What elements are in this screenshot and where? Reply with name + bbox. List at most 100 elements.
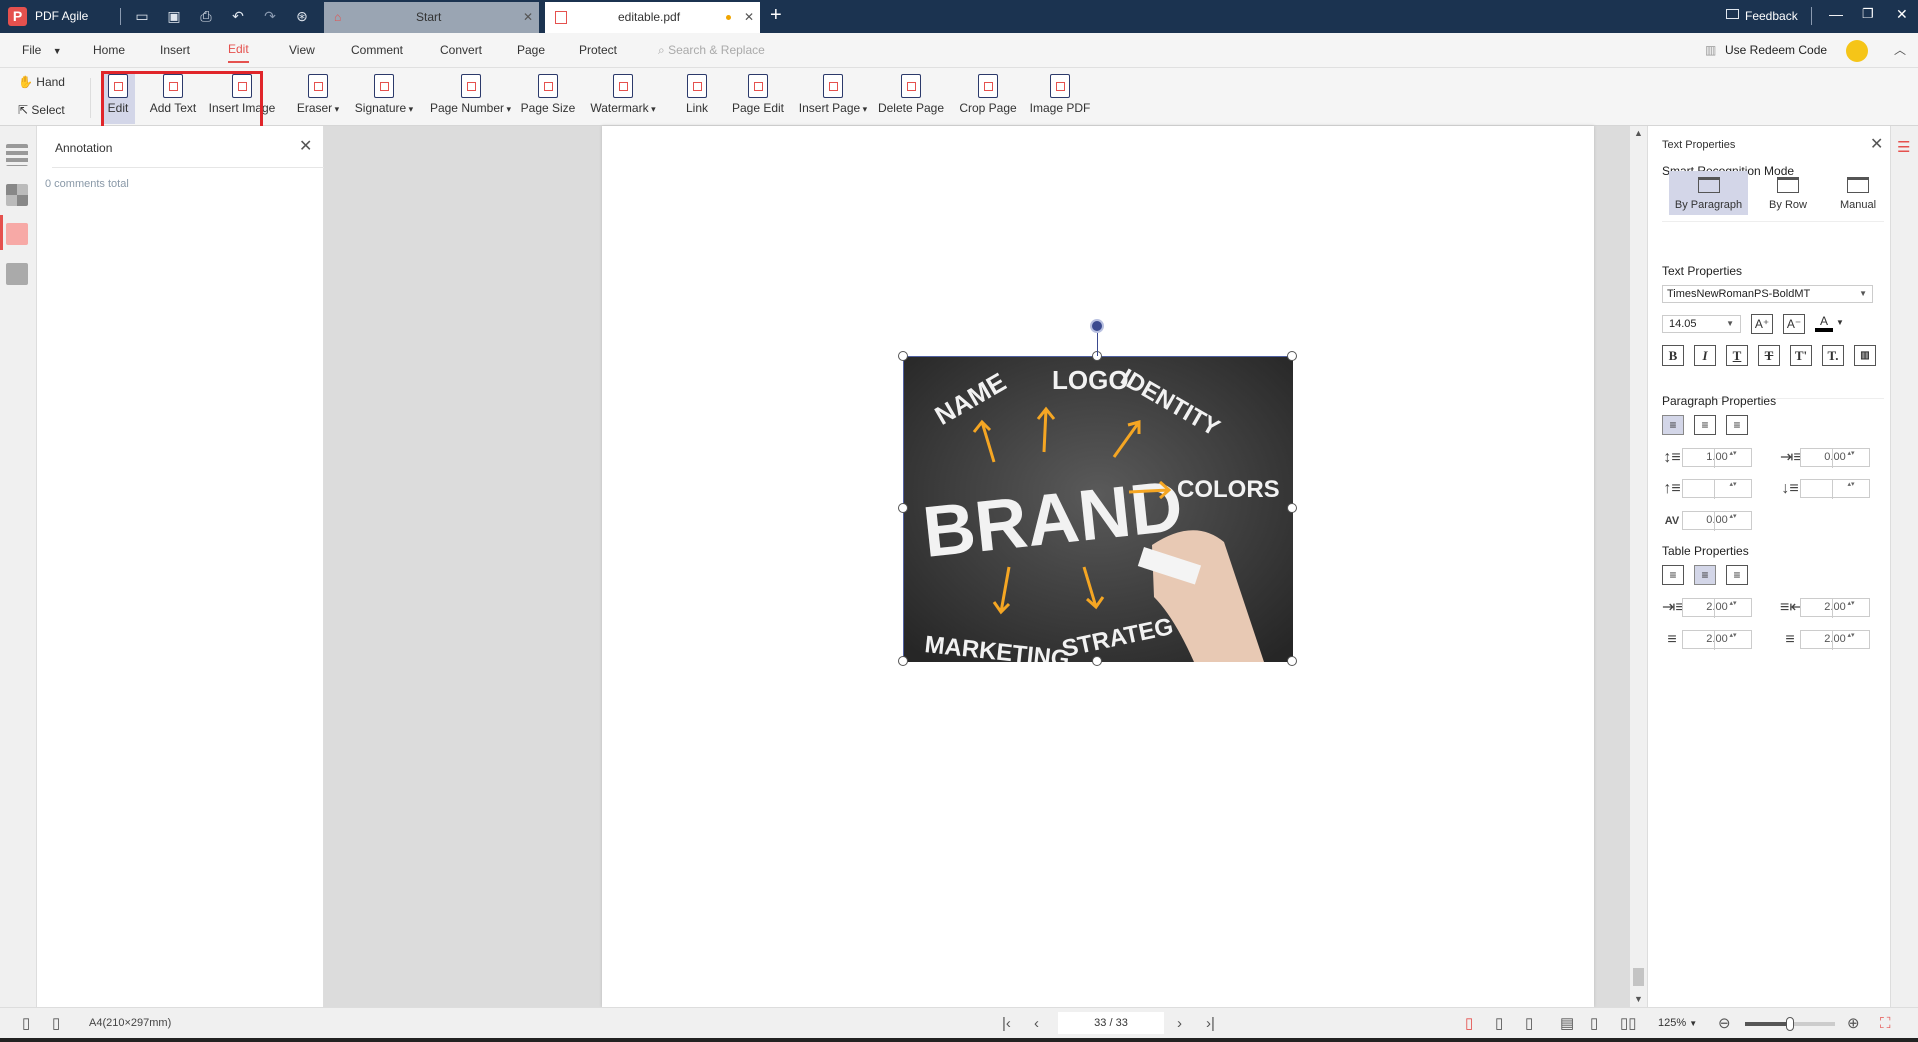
next-page-button[interactable]: › bbox=[1177, 1016, 1182, 1032]
zoom-in-button[interactable]: ⊕ bbox=[1847, 1016, 1860, 1032]
single-page-icon[interactable]: ▯ bbox=[1590, 1016, 1598, 1032]
close-tab-icon[interactable]: ✕ bbox=[744, 2, 754, 33]
close-icon[interactable]: ✕ bbox=[299, 136, 312, 156]
resize-handle[interactable] bbox=[1287, 503, 1297, 513]
font-select[interactable]: TimesNewRomanPS-BoldMT ▼ bbox=[1662, 285, 1873, 303]
tool-watermark[interactable]: Watermark ▾ bbox=[586, 72, 660, 124]
tool-page-number[interactable]: Page Number ▾ bbox=[427, 72, 514, 124]
open-folder-icon[interactable]: ▭ bbox=[134, 8, 150, 24]
menu-insert[interactable]: Insert bbox=[160, 33, 190, 67]
italic-button[interactable]: I bbox=[1694, 345, 1716, 366]
indent-stepper[interactable]: 0.00 bbox=[1800, 448, 1870, 468]
redo-icon[interactable]: ↷ bbox=[262, 8, 278, 24]
previous-page-button[interactable]: ‹ bbox=[1034, 1016, 1039, 1032]
decrease-font-button[interactable]: A⁻ bbox=[1783, 314, 1805, 334]
selected-image[interactable]: NAME LOGO IDENTITY BRAND COLORS MARKETIN… bbox=[903, 356, 1293, 673]
upload-icon[interactable]: ⊛ bbox=[294, 8, 310, 24]
prev-page-icon[interactable]: ▯ bbox=[22, 1016, 30, 1032]
mode-by-row[interactable]: By Row bbox=[1749, 171, 1827, 215]
actual-size-icon[interactable]: ▯ bbox=[1465, 1016, 1473, 1032]
table-bottom-stepper[interactable]: 2.00 bbox=[1800, 630, 1870, 650]
tool-page-edit[interactable]: Page Edit bbox=[729, 72, 787, 124]
text-layout-button[interactable]: ▥ bbox=[1854, 345, 1876, 366]
character-spacing-stepper[interactable]: 0.00 bbox=[1682, 511, 1752, 531]
restore-button[interactable]: ❐ bbox=[1862, 6, 1874, 22]
page-number-input[interactable]: 33 / 33 bbox=[1058, 1012, 1164, 1034]
line-spacing-stepper[interactable]: 1.00 bbox=[1682, 448, 1752, 468]
menu-home[interactable]: Home bbox=[93, 33, 125, 67]
outline-icon[interactable] bbox=[6, 144, 28, 166]
new-tab-button[interactable]: + bbox=[770, 4, 782, 27]
properties-sliders-icon[interactable]: ☰ bbox=[1897, 138, 1910, 156]
table-top-stepper[interactable]: 2.00 bbox=[1682, 630, 1752, 650]
minimize-button[interactable]: — bbox=[1829, 6, 1843, 22]
table-align-center-button[interactable]: ≡ bbox=[1694, 565, 1716, 585]
tool-signature[interactable]: Signature ▾ bbox=[352, 72, 416, 124]
tool-image-pdf[interactable]: Image PDF bbox=[1028, 72, 1092, 124]
increase-font-button[interactable]: A⁺ bbox=[1751, 314, 1773, 334]
font-size-select[interactable]: 14.05 ▼ bbox=[1662, 315, 1741, 333]
strikethrough-button[interactable]: T bbox=[1758, 345, 1780, 366]
tab-start[interactable]: ⌂ Start ✕ bbox=[324, 2, 539, 33]
fit-width-icon[interactable]: ▯ bbox=[1525, 1016, 1533, 1032]
hand-tool[interactable]: ✋ Hand bbox=[18, 75, 65, 89]
align-left-button[interactable]: ≡ bbox=[1662, 415, 1684, 435]
mode-by-paragraph[interactable]: By Paragraph bbox=[1669, 171, 1748, 215]
menu-convert[interactable]: Convert bbox=[440, 33, 482, 67]
close-tab-icon[interactable]: ✕ bbox=[523, 2, 533, 33]
resize-handle[interactable] bbox=[898, 351, 908, 361]
fullscreen-icon[interactable]: ⛶ bbox=[1880, 1016, 1891, 1032]
two-page-icon[interactable]: ▯▯ bbox=[1620, 1016, 1637, 1032]
bold-button[interactable]: B bbox=[1662, 345, 1684, 366]
collapse-ribbon-icon[interactable]: ︿ bbox=[1894, 33, 1906, 67]
menu-edit[interactable]: Edit bbox=[228, 37, 249, 63]
resize-handle[interactable] bbox=[898, 503, 908, 513]
resize-handle[interactable] bbox=[1092, 656, 1102, 666]
menu-comment[interactable]: Comment bbox=[351, 33, 403, 67]
mode-manual[interactable]: Manual bbox=[1828, 171, 1888, 215]
space-after-stepper[interactable] bbox=[1800, 479, 1870, 499]
continuous-view-icon[interactable]: ▤ bbox=[1560, 1016, 1574, 1032]
redeem-code-button[interactable]: Use Redeem Code bbox=[1725, 33, 1827, 67]
search-panel-icon[interactable] bbox=[6, 263, 28, 285]
align-center-button[interactable]: ≡ bbox=[1694, 415, 1716, 435]
table-right-stepper[interactable]: 2.00 bbox=[1800, 598, 1870, 618]
tool-page-size[interactable]: Page Size bbox=[520, 72, 576, 124]
tool-eraser[interactable]: Eraser ▾ bbox=[292, 72, 344, 124]
tab-editable-pdf[interactable]: editable.pdf ✕ bbox=[545, 2, 760, 33]
underline-button[interactable]: T bbox=[1726, 345, 1748, 366]
table-align-right-button[interactable]: ≡ bbox=[1726, 565, 1748, 585]
subscript-button[interactable]: T. bbox=[1822, 345, 1844, 366]
menu-page[interactable]: Page bbox=[517, 33, 545, 67]
align-right-button[interactable]: ≡ bbox=[1726, 415, 1748, 435]
close-icon[interactable]: ✕ bbox=[1870, 134, 1883, 154]
save-icon[interactable]: ▣ bbox=[166, 8, 182, 24]
tool-delete-page[interactable]: Delete Page bbox=[876, 72, 946, 124]
undo-icon[interactable]: ↶ bbox=[230, 8, 246, 24]
rotate-handle[interactable] bbox=[1090, 319, 1104, 333]
vertical-scrollbar[interactable]: ▲ ▼ bbox=[1630, 126, 1647, 1007]
scroll-thumb[interactable] bbox=[1633, 968, 1644, 986]
superscript-button[interactable]: T' bbox=[1790, 345, 1812, 366]
menu-view[interactable]: View bbox=[289, 33, 315, 67]
thumbnails-icon[interactable] bbox=[6, 184, 28, 206]
resize-handle[interactable] bbox=[1287, 656, 1297, 666]
zoom-slider-thumb[interactable] bbox=[1786, 1017, 1794, 1031]
select-tool[interactable]: ⇱ Select bbox=[18, 103, 65, 117]
table-left-stepper[interactable]: 2.00 bbox=[1682, 598, 1752, 618]
table-align-left-button[interactable]: ≡ bbox=[1662, 565, 1684, 585]
menu-protect[interactable]: Protect bbox=[579, 33, 617, 67]
chevron-down-icon[interactable]: ▼ bbox=[1836, 318, 1844, 327]
tool-link[interactable]: Link bbox=[679, 72, 715, 124]
zoom-select[interactable]: 125% ▼ bbox=[1658, 1017, 1697, 1029]
scroll-down-icon[interactable]: ▼ bbox=[1634, 994, 1643, 1004]
zoom-out-button[interactable]: ⊖ bbox=[1718, 1016, 1731, 1032]
next-page-icon[interactable]: ▯ bbox=[52, 1016, 60, 1032]
last-page-button[interactable]: ›| bbox=[1206, 1016, 1215, 1032]
font-color-button[interactable]: A bbox=[1815, 314, 1833, 332]
close-window-button[interactable]: ✕ bbox=[1896, 6, 1908, 23]
tool-crop-page[interactable]: Crop Page bbox=[958, 72, 1018, 124]
first-page-button[interactable]: |‹ bbox=[1002, 1016, 1011, 1032]
print-icon[interactable]: ⎙ bbox=[198, 8, 214, 24]
annotation-icon[interactable] bbox=[6, 223, 28, 245]
